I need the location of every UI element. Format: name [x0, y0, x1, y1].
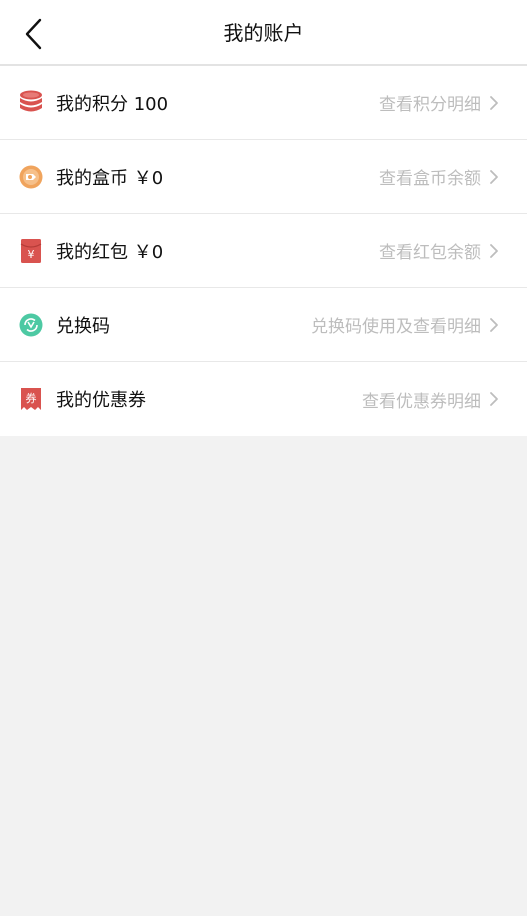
nav-bar: 我的账户	[0, 0, 527, 66]
svg-text:¥: ¥	[28, 248, 35, 261]
redeem-code-row[interactable]: 兑换码 兑换码使用及查看明细	[0, 288, 527, 362]
points-detail-link: 查看积分明细	[379, 95, 481, 115]
chevron-right-icon	[490, 244, 498, 258]
svg-text:券: 券	[26, 391, 37, 405]
redeem-code-detail-link: 兑换码使用及查看明细	[311, 317, 481, 337]
coupon-icon: 券	[19, 386, 43, 412]
red-envelope-label: 我的红包 ￥0	[56, 241, 164, 263]
coupon-label: 我的优惠券	[56, 390, 146, 411]
box-coin-label: 我的盒币 ￥0	[56, 167, 164, 189]
points-label: 我的积分 100	[56, 93, 169, 115]
account-list: 我的积分 100 查看积分明细 我的盒币 ￥0 查看盒币余额 ¥ 我的红包 ￥0…	[0, 66, 527, 436]
chevron-right-icon	[490, 96, 498, 110]
red-envelope-row[interactable]: ¥ 我的红包 ￥0 查看红包余额	[0, 214, 527, 288]
box-coin-detail-link: 查看盒币余额	[379, 169, 481, 189]
page-title: 我的账户	[223, 21, 304, 45]
redeem-code-label: 兑换码	[56, 315, 110, 337]
points-row[interactable]: 我的积分 100 查看积分明细	[0, 66, 527, 140]
box-coin-icon	[19, 164, 43, 190]
chevron-right-icon	[490, 170, 498, 184]
chevron-right-icon	[490, 392, 498, 406]
points-coins-icon	[19, 90, 43, 116]
redeem-code-icon	[19, 312, 43, 338]
box-coin-row[interactable]: 我的盒币 ￥0 查看盒币余额	[0, 140, 527, 214]
red-envelope-icon: ¥	[19, 238, 43, 264]
coupon-row[interactable]: 券 我的优惠券 查看优惠券明细	[0, 362, 527, 436]
chevron-right-icon	[490, 318, 498, 332]
coupon-detail-link: 查看优惠券明细	[362, 391, 481, 412]
red-envelope-detail-link: 查看红包余额	[379, 243, 481, 263]
